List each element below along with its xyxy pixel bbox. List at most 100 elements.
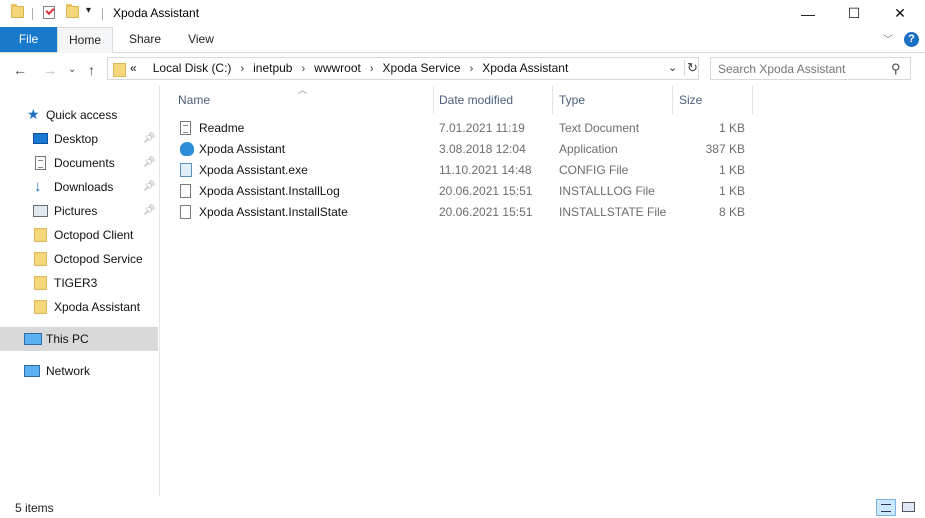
- nav-item-documents[interactable]: Documents 📌︎: [0, 151, 158, 175]
- address-dropdown-icon[interactable]: ⌄: [668, 61, 677, 74]
- file-size: 387 KB: [705, 142, 745, 156]
- column-divider[interactable]: [672, 86, 673, 114]
- file-size: 1 KB: [718, 163, 745, 177]
- file-row-install-state[interactable]: Xpoda Assistant.InstallState 20.06.2021 …: [174, 202, 754, 223]
- back-arrow-icon[interactable]: ←: [13, 62, 27, 78]
- file-icon: [180, 184, 191, 198]
- ribbon-tabs: File Home Share View ﹀ ?: [0, 27, 925, 53]
- column-header-size[interactable]: Size: [679, 86, 749, 114]
- nav-item-network[interactable]: Network: [0, 359, 158, 383]
- tab-view[interactable]: View: [183, 27, 219, 52]
- pictures-icon: [33, 205, 48, 217]
- breadcrumb-separator: [141, 63, 144, 75]
- chevron-right-icon[interactable]: ›: [470, 63, 474, 75]
- chevron-right-icon[interactable]: ›: [370, 63, 374, 75]
- nav-item-label: Octopod Client: [54, 228, 134, 242]
- status-bar: 5 items: [0, 496, 925, 518]
- column-header-date-modified[interactable]: Date modified: [439, 86, 549, 114]
- folder-icon[interactable]: [11, 4, 24, 18]
- up-arrow-icon[interactable]: ↑: [88, 62, 95, 78]
- file-name: Xpoda Assistant.InstallState: [199, 205, 348, 219]
- desktop-icon: [33, 133, 48, 144]
- nav-item-xpoda-assistant[interactable]: Xpoda Assistant: [0, 295, 158, 319]
- window-title: Xpoda Assistant: [113, 6, 200, 20]
- column-divider[interactable]: [752, 86, 753, 114]
- file-name: Xpoda Assistant: [199, 142, 286, 156]
- toolbar-separator: [32, 8, 33, 20]
- file-row-readme[interactable]: Readme 7.01.2021 11:19 Text Document 1 K…: [174, 118, 754, 139]
- file-size: 1 KB: [718, 184, 745, 198]
- breadcrumb-overflow[interactable]: «: [130, 61, 137, 75]
- nav-item-desktop[interactable]: Desktop 📌︎: [0, 127, 158, 151]
- minimize-button[interactable]: —: [785, 0, 831, 27]
- folder-icon: [34, 276, 47, 290]
- breadcrumb-wwwroot[interactable]: wwwroot: [314, 61, 361, 75]
- details-view-icon[interactable]: [876, 499, 896, 516]
- address-bar[interactable]: « Local Disk (C:) › inetpub › wwwroot › Xpoda …: [107, 57, 699, 80]
- large-icons-view-icon[interactable]: [900, 499, 918, 516]
- column-divider[interactable]: [552, 86, 553, 114]
- properties-icon[interactable]: [43, 6, 55, 19]
- tab-share[interactable]: Share: [127, 27, 163, 52]
- expand-ribbon-icon[interactable]: ﹀: [883, 31, 893, 46]
- file-row-install-log[interactable]: Xpoda Assistant.InstallLog 20.06.2021 15…: [174, 181, 754, 202]
- pin-icon[interactable]: 📌︎: [143, 175, 156, 199]
- nav-item-tiger3[interactable]: TIGER3: [0, 271, 158, 295]
- folder-icon: [34, 252, 47, 266]
- nav-item-pictures[interactable]: Pictures 📌︎: [0, 199, 158, 223]
- file-row-xpoda-assistant-app[interactable]: Xpoda Assistant 3.08.2018 12:04 Applicat…: [174, 139, 754, 160]
- breadcrumb-local-disk[interactable]: Local Disk (C:): [153, 61, 232, 75]
- nav-item-quick-access[interactable]: ★ Quick access: [0, 103, 158, 127]
- nav-item-label: This PC: [46, 332, 89, 346]
- search-icon[interactable]: ⚲: [891, 61, 901, 77]
- search-input[interactable]: [711, 58, 893, 79]
- item-count: 5 items: [15, 501, 54, 515]
- column-divider[interactable]: [433, 86, 434, 114]
- folder-icon: [113, 63, 126, 77]
- maximize-button[interactable]: ☐: [831, 0, 877, 27]
- pin-icon[interactable]: 📌︎: [143, 199, 156, 223]
- file-name: Readme: [199, 121, 245, 135]
- nav-item-downloads[interactable]: ↓ Downloads 📌︎: [0, 175, 158, 199]
- tab-file[interactable]: File: [0, 27, 57, 52]
- customize-quick-access-icon[interactable]: ▾: [86, 5, 91, 16]
- forward-arrow-icon[interactable]: →: [43, 62, 57, 78]
- file-date-modified: 7.01.2021 11:19: [439, 121, 525, 135]
- nav-item-octopod-client[interactable]: Octopod Client: [0, 223, 158, 247]
- tab-home[interactable]: Home: [57, 27, 113, 53]
- text-document-icon: [180, 121, 191, 135]
- new-folder-icon[interactable]: [66, 4, 79, 18]
- this-pc-icon: [24, 333, 42, 345]
- pin-icon[interactable]: 📌︎: [143, 151, 156, 175]
- toolbar-separator: [102, 8, 103, 20]
- help-icon[interactable]: ?: [904, 32, 919, 47]
- pin-icon[interactable]: 📌︎: [143, 127, 156, 151]
- nav-item-octopod-service[interactable]: Octopod Service: [0, 247, 158, 271]
- column-header-name[interactable]: Name: [178, 86, 428, 114]
- chevron-right-icon[interactable]: ›: [301, 63, 305, 75]
- nav-item-label: Network: [46, 364, 91, 378]
- network-icon: [24, 365, 40, 377]
- chevron-right-icon[interactable]: ›: [240, 63, 244, 75]
- breadcrumb-xpoda-assistant[interactable]: Xpoda Assistant: [482, 61, 568, 75]
- close-button[interactable]: ✕: [877, 0, 923, 27]
- breadcrumb-inetpub[interactable]: inetpub: [253, 61, 292, 75]
- file-size: 8 KB: [718, 205, 745, 219]
- nav-item-this-pc[interactable]: This PC: [0, 327, 158, 351]
- title-bar: ▾ Xpoda Assistant — ☐ ✕: [0, 0, 925, 27]
- file-type: CONFIG File: [559, 163, 629, 177]
- file-size: 1 KB: [718, 121, 745, 135]
- refresh-icon[interactable]: ↻: [684, 60, 701, 76]
- navigation-bar: ← → ⌄ ↑ « Local Disk (C:) › inetpub › wwwroo…: [0, 53, 925, 86]
- nav-item-label: Octopod Service: [54, 252, 143, 266]
- column-header-type[interactable]: Type: [559, 86, 669, 114]
- breadcrumb-xpoda-service[interactable]: Xpoda Service: [383, 61, 461, 75]
- nav-item-label: Documents: [54, 156, 115, 170]
- recent-locations-chevron-icon[interactable]: ⌄: [68, 64, 76, 75]
- file-name: Xpoda Assistant.InstallLog: [199, 184, 340, 198]
- star-icon: ★: [27, 106, 40, 122]
- file-date-modified: 11.10.2021 14:48: [439, 163, 532, 177]
- search-box[interactable]: ⚲: [710, 57, 911, 80]
- config-file-icon: [180, 163, 192, 177]
- file-row-xpoda-assistant-exe-config[interactable]: Xpoda Assistant.exe 11.10.2021 14:48 CON…: [174, 160, 754, 181]
